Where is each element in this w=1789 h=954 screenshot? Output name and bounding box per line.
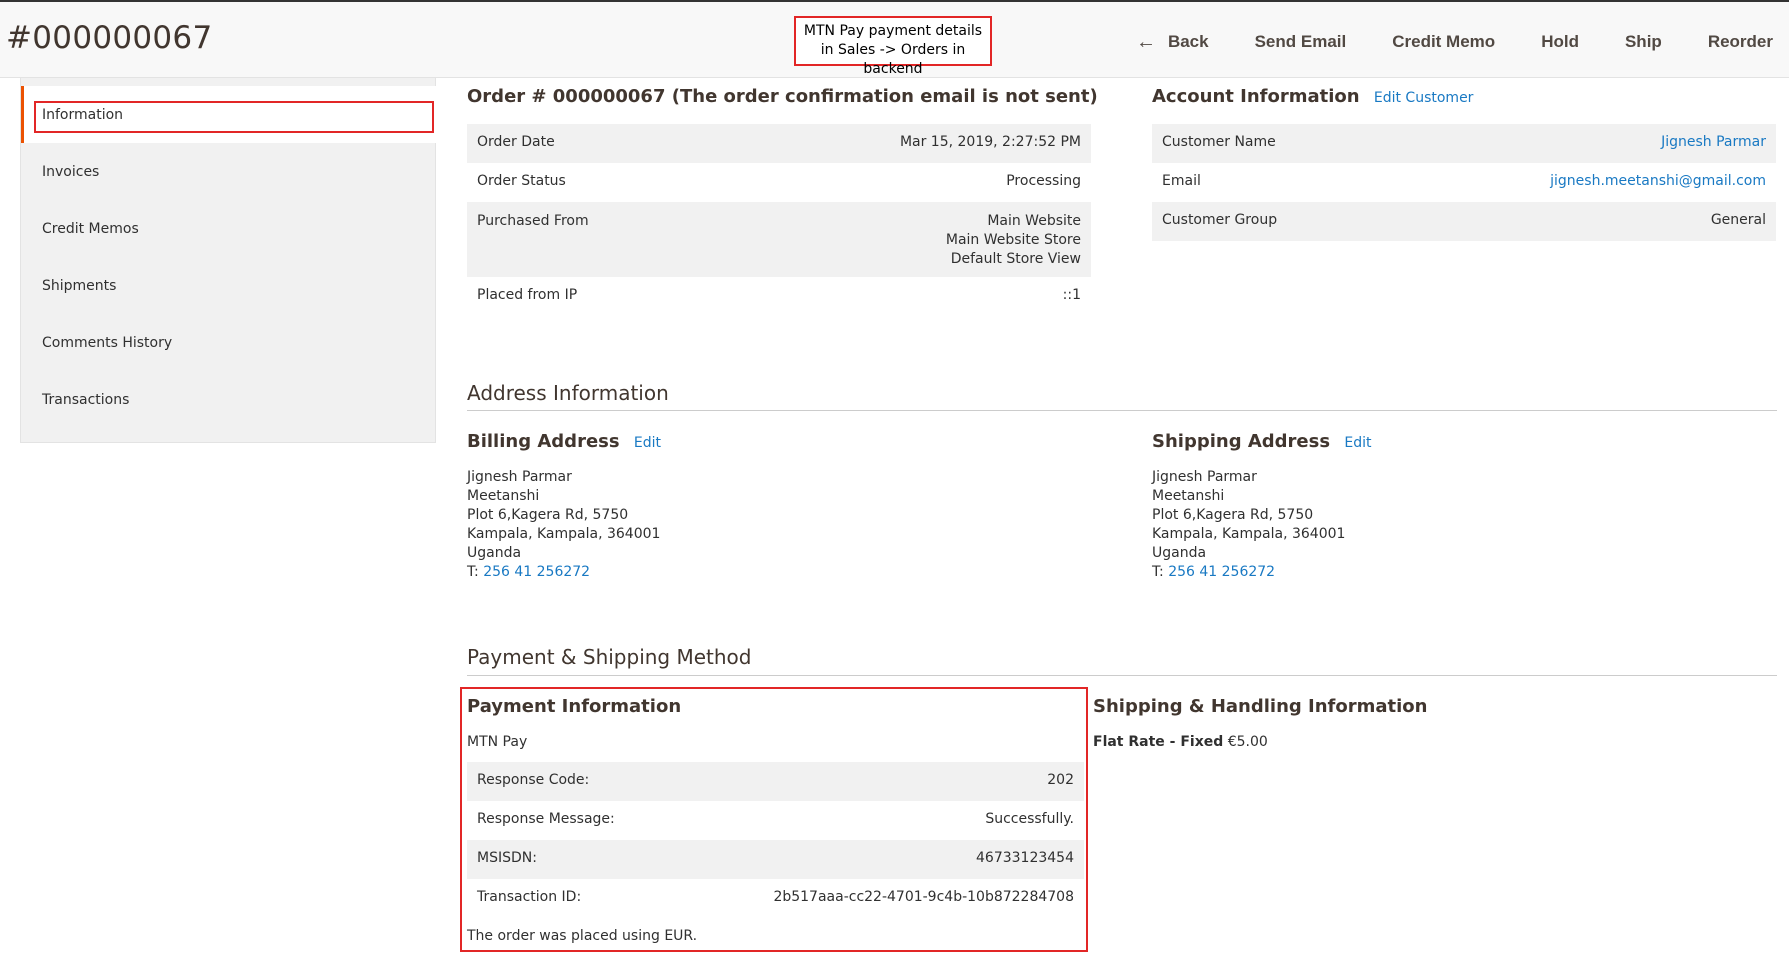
shipping-country: Uganda [1152,545,1207,561]
shipping-handling-title: Shipping & Handling Information [1093,696,1428,717]
reorder-button[interactable]: Reorder [1685,32,1773,52]
shipping-address-heading: Shipping Address [1152,431,1331,452]
account-info-heading: Account Information [1152,86,1360,107]
customer-email-link[interactable]: jignesh.meetanshi@gmail.com [1550,173,1766,189]
page-actions: ← Back Send Email Credit Memo Hold Ship … [1113,16,1773,68]
tab-comments-history[interactable]: Comments History [21,314,437,371]
shipping-price: €5.00 [1227,734,1268,750]
phone-prefix: T: [1152,564,1169,580]
order-status-label: Order Status [477,173,566,189]
transaction-id-label: Transaction ID: [477,889,582,905]
billing-phone-link[interactable]: 256 41 256272 [483,564,590,580]
order-status-value: Processing [1006,173,1081,189]
transaction-id-value: 2b517aaa-cc22-4701-9c4b-10b872284708 [773,889,1074,905]
tab-transactions[interactable]: Transactions [21,371,437,428]
table-row: Customer Group General [1152,202,1776,241]
msisdn-value: 46733123454 [670,840,1084,879]
order-title: Order # 000000067 (The order confirmatio… [467,86,1098,107]
tab-credit-memos[interactable]: Credit Memos [21,200,437,257]
billing-phone-line: T: 256 41 256272 [467,563,660,582]
tab-invoices[interactable]: Invoices [21,143,437,200]
order-date-value: Mar 15, 2019, 2:27:52 PM [713,124,1091,163]
order-view-tabs: Information Invoices Credit Memos Shipme… [20,78,437,443]
divider [467,675,1777,676]
response-message-value: Successfully. [985,811,1074,827]
table-row: Customer Name Jignesh Parmar [1152,124,1776,163]
back-button[interactable]: ← Back [1113,31,1232,54]
billing-company: Meetanshi [467,488,540,504]
shipping-method: Flat Rate - Fixed €5.00 [1093,734,1268,750]
back-label: Back [1167,32,1209,51]
arrow-left-icon: ← [1135,30,1156,53]
shipping-street: Plot 6,Kagera Rd, 5750 [1152,507,1314,523]
edit-shipping-link[interactable]: Edit [1344,435,1371,451]
shipping-city: Kampala, Kampala, 364001 [1152,526,1346,542]
shipping-name: Jignesh Parmar [1152,469,1257,485]
edit-billing-link[interactable]: Edit [634,435,661,451]
table-row: Placed from IP ::1 [467,277,1091,316]
page-header: #000000067 MTN Pay payment details in Sa… [0,2,1789,78]
table-row: Purchased From Main Website Main Website… [467,202,1091,277]
account-info-table: Customer Name Jignesh Parmar Email jigne… [1152,124,1776,241]
table-row: Order Status Processing [467,163,1091,202]
shipping-phone-link[interactable]: 256 41 256272 [1168,564,1275,580]
shipping-company: Meetanshi [1152,488,1225,504]
purchased-website: Main Website [987,213,1081,229]
payment-method: MTN Pay [467,734,528,750]
placed-ip-label: Placed from IP [477,287,578,303]
billing-street: Plot 6,Kagera Rd, 5750 [467,507,629,523]
shipping-address-title: Shipping Address Edit [1152,431,1371,452]
billing-city: Kampala, Kampala, 364001 [467,526,661,542]
purchased-store-view: Default Store View [950,251,1081,267]
table-row: Email jignesh.meetanshi@gmail.com [1152,163,1776,202]
billing-name: Jignesh Parmar [467,469,572,485]
annotation-callout: MTN Pay payment details in Sales -> Orde… [794,16,992,77]
customer-name-link[interactable]: Jignesh Parmar [1661,134,1766,150]
payment-info-title: Payment Information [467,696,682,717]
credit-memo-button[interactable]: Credit Memo [1369,32,1518,52]
divider [467,410,1777,411]
shipping-method-name: Flat Rate - Fixed [1093,734,1224,750]
order-info-table: Order Date Mar 15, 2019, 2:27:52 PM Orde… [467,124,1091,316]
billing-country: Uganda [467,545,522,561]
table-row: MSISDN: 46733123454 [467,840,1084,879]
placed-ip-value: ::1 [1062,287,1081,303]
currency-note: The order was placed using EUR. [467,928,698,944]
response-code-value: 202 [670,762,1084,801]
account-info-title: Account Information Edit Customer [1152,86,1473,107]
response-message-label: Response Message: [477,811,615,827]
ship-button[interactable]: Ship [1602,32,1685,52]
address-info-title: Address Information [467,381,669,405]
billing-address-heading: Billing Address [467,431,620,452]
phone-prefix: T: [467,564,484,580]
billing-address: Jignesh Parmar Meetanshi Plot 6,Kagera R… [467,468,660,582]
customer-group-value: General [1379,202,1776,241]
msisdn-label: MSISDN: [467,840,671,879]
table-row: Response Message: Successfully. [467,801,1084,840]
customer-name-label: Customer Name [1152,124,1380,163]
order-date-label: Order Date [467,124,714,163]
send-email-button[interactable]: Send Email [1232,32,1370,52]
billing-address-title: Billing Address Edit [467,431,661,452]
page-title: #000000067 [6,20,213,56]
table-row: Order Date Mar 15, 2019, 2:27:52 PM [467,124,1091,163]
shipping-phone-line: T: 256 41 256272 [1152,563,1345,582]
payment-details-table: Response Code: 202 Response Message: Suc… [467,762,1084,918]
shipping-address: Jignesh Parmar Meetanshi Plot 6,Kagera R… [1152,468,1345,582]
customer-group-label: Customer Group [1152,202,1380,241]
tab-information[interactable]: Information [21,86,437,143]
purchased-store: Main Website Store [945,232,1081,248]
table-row: Transaction ID: 2b517aaa-cc22-4701-9c4b-… [467,879,1084,918]
hold-button[interactable]: Hold [1518,32,1602,52]
response-code-label: Response Code: [467,762,671,801]
table-row: Response Code: 202 [467,762,1084,801]
email-label: Email [1162,173,1201,189]
tab-shipments[interactable]: Shipments [21,257,437,314]
edit-customer-link[interactable]: Edit Customer [1374,90,1474,106]
payment-shipping-title: Payment & Shipping Method [467,645,752,669]
purchased-from-label: Purchased From [467,202,714,277]
purchased-from-value: Main Website Main Website Store Default … [713,202,1091,277]
